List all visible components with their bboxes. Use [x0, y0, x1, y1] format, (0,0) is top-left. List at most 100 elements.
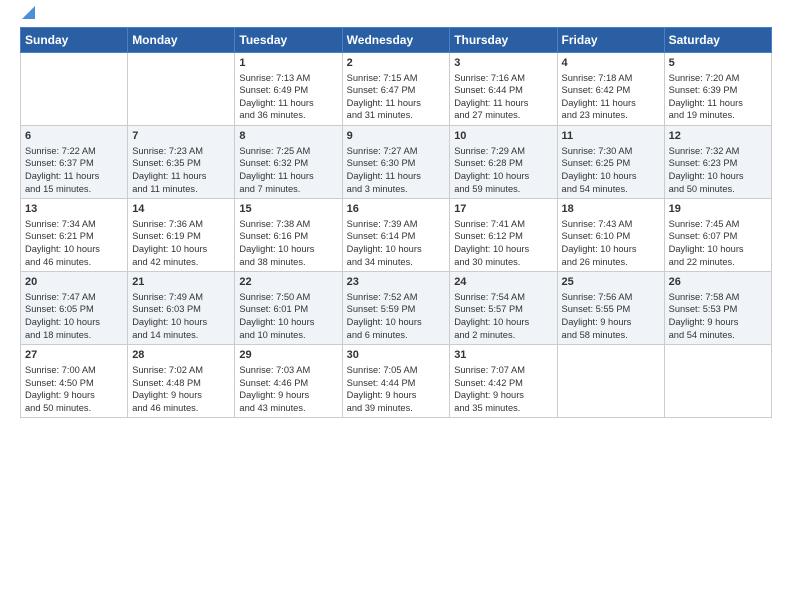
calendar-cell: 28Sunrise: 7:02 AM Sunset: 4:48 PM Dayli… [128, 345, 235, 418]
calendar-cell: 5Sunrise: 7:20 AM Sunset: 6:39 PM Daylig… [664, 53, 771, 126]
calendar-cell: 10Sunrise: 7:29 AM Sunset: 6:28 PM Dayli… [450, 126, 557, 199]
calendar-cell: 12Sunrise: 7:32 AM Sunset: 6:23 PM Dayli… [664, 126, 771, 199]
day-content: Sunrise: 7:25 AM Sunset: 6:32 PM Dayligh… [239, 145, 337, 195]
day-content: Sunrise: 7:54 AM Sunset: 5:57 PM Dayligh… [454, 291, 552, 341]
day-number: 22 [239, 275, 337, 290]
day-content: Sunrise: 7:49 AM Sunset: 6:03 PM Dayligh… [132, 291, 230, 341]
day-number: 16 [347, 202, 446, 217]
calendar-cell: 22Sunrise: 7:50 AM Sunset: 6:01 PM Dayli… [235, 272, 342, 345]
day-number: 13 [25, 202, 123, 217]
day-content: Sunrise: 7:13 AM Sunset: 6:49 PM Dayligh… [239, 72, 337, 122]
day-content: Sunrise: 7:05 AM Sunset: 4:44 PM Dayligh… [347, 364, 446, 414]
day-number: 23 [347, 275, 446, 290]
day-content: Sunrise: 7:39 AM Sunset: 6:14 PM Dayligh… [347, 218, 446, 268]
calendar-cell: 15Sunrise: 7:38 AM Sunset: 6:16 PM Dayli… [235, 199, 342, 272]
day-number: 12 [669, 129, 767, 144]
day-number: 31 [454, 348, 552, 363]
calendar-cell: 29Sunrise: 7:03 AM Sunset: 4:46 PM Dayli… [235, 345, 342, 418]
day-content: Sunrise: 7:43 AM Sunset: 6:10 PM Dayligh… [562, 218, 660, 268]
day-number: 5 [669, 56, 767, 71]
day-content: Sunrise: 7:07 AM Sunset: 4:42 PM Dayligh… [454, 364, 552, 414]
day-number: 11 [562, 129, 660, 144]
day-content: Sunrise: 7:03 AM Sunset: 4:46 PM Dayligh… [239, 364, 337, 414]
day-content: Sunrise: 7:23 AM Sunset: 6:35 PM Dayligh… [132, 145, 230, 195]
calendar-cell: 31Sunrise: 7:07 AM Sunset: 4:42 PM Dayli… [450, 345, 557, 418]
day-header-tuesday: Tuesday [235, 28, 342, 53]
day-content: Sunrise: 7:29 AM Sunset: 6:28 PM Dayligh… [454, 145, 552, 195]
calendar-cell [557, 345, 664, 418]
calendar-cell: 11Sunrise: 7:30 AM Sunset: 6:25 PM Dayli… [557, 126, 664, 199]
day-number: 26 [669, 275, 767, 290]
header [20, 16, 772, 19]
calendar-week-2: 6Sunrise: 7:22 AM Sunset: 6:37 PM Daylig… [21, 126, 772, 199]
logo [20, 16, 35, 19]
day-content: Sunrise: 7:41 AM Sunset: 6:12 PM Dayligh… [454, 218, 552, 268]
calendar-cell [128, 53, 235, 126]
calendar-cell: 18Sunrise: 7:43 AM Sunset: 6:10 PM Dayli… [557, 199, 664, 272]
day-number: 29 [239, 348, 337, 363]
day-header-sunday: Sunday [21, 28, 128, 53]
day-content: Sunrise: 7:45 AM Sunset: 6:07 PM Dayligh… [669, 218, 767, 268]
day-number: 24 [454, 275, 552, 290]
day-number: 2 [347, 56, 446, 71]
day-content: Sunrise: 7:47 AM Sunset: 6:05 PM Dayligh… [25, 291, 123, 341]
page: SundayMondayTuesdayWednesdayThursdayFrid… [0, 0, 792, 428]
day-number: 21 [132, 275, 230, 290]
calendar-cell: 3Sunrise: 7:16 AM Sunset: 6:44 PM Daylig… [450, 53, 557, 126]
day-content: Sunrise: 7:15 AM Sunset: 6:47 PM Dayligh… [347, 72, 446, 122]
calendar-cell: 14Sunrise: 7:36 AM Sunset: 6:19 PM Dayli… [128, 199, 235, 272]
calendar-cell: 26Sunrise: 7:58 AM Sunset: 5:53 PM Dayli… [664, 272, 771, 345]
day-number: 15 [239, 202, 337, 217]
day-number: 10 [454, 129, 552, 144]
day-content: Sunrise: 7:56 AM Sunset: 5:55 PM Dayligh… [562, 291, 660, 341]
day-content: Sunrise: 7:50 AM Sunset: 6:01 PM Dayligh… [239, 291, 337, 341]
day-number: 19 [669, 202, 767, 217]
day-content: Sunrise: 7:00 AM Sunset: 4:50 PM Dayligh… [25, 364, 123, 414]
calendar-week-4: 20Sunrise: 7:47 AM Sunset: 6:05 PM Dayli… [21, 272, 772, 345]
calendar-cell: 7Sunrise: 7:23 AM Sunset: 6:35 PM Daylig… [128, 126, 235, 199]
day-content: Sunrise: 7:58 AM Sunset: 5:53 PM Dayligh… [669, 291, 767, 341]
day-number: 7 [132, 129, 230, 144]
day-number: 3 [454, 56, 552, 71]
calendar-cell [664, 345, 771, 418]
calendar-cell: 21Sunrise: 7:49 AM Sunset: 6:03 PM Dayli… [128, 272, 235, 345]
calendar-cell: 30Sunrise: 7:05 AM Sunset: 4:44 PM Dayli… [342, 345, 450, 418]
day-content: Sunrise: 7:16 AM Sunset: 6:44 PM Dayligh… [454, 72, 552, 122]
calendar-cell: 1Sunrise: 7:13 AM Sunset: 6:49 PM Daylig… [235, 53, 342, 126]
day-header-saturday: Saturday [664, 28, 771, 53]
day-content: Sunrise: 7:22 AM Sunset: 6:37 PM Dayligh… [25, 145, 123, 195]
day-number: 8 [239, 129, 337, 144]
day-content: Sunrise: 7:30 AM Sunset: 6:25 PM Dayligh… [562, 145, 660, 195]
calendar-cell: 2Sunrise: 7:15 AM Sunset: 6:47 PM Daylig… [342, 53, 450, 126]
day-content: Sunrise: 7:27 AM Sunset: 6:30 PM Dayligh… [347, 145, 446, 195]
calendar-week-5: 27Sunrise: 7:00 AM Sunset: 4:50 PM Dayli… [21, 345, 772, 418]
day-header-monday: Monday [128, 28, 235, 53]
day-content: Sunrise: 7:52 AM Sunset: 5:59 PM Dayligh… [347, 291, 446, 341]
calendar-cell: 17Sunrise: 7:41 AM Sunset: 6:12 PM Dayli… [450, 199, 557, 272]
day-header-friday: Friday [557, 28, 664, 53]
day-content: Sunrise: 7:18 AM Sunset: 6:42 PM Dayligh… [562, 72, 660, 122]
calendar-cell: 27Sunrise: 7:00 AM Sunset: 4:50 PM Dayli… [21, 345, 128, 418]
day-header-thursday: Thursday [450, 28, 557, 53]
day-number: 25 [562, 275, 660, 290]
day-number: 30 [347, 348, 446, 363]
day-number: 14 [132, 202, 230, 217]
calendar-cell: 25Sunrise: 7:56 AM Sunset: 5:55 PM Dayli… [557, 272, 664, 345]
day-header-wednesday: Wednesday [342, 28, 450, 53]
calendar-cell: 20Sunrise: 7:47 AM Sunset: 6:05 PM Dayli… [21, 272, 128, 345]
day-number: 4 [562, 56, 660, 71]
calendar: SundayMondayTuesdayWednesdayThursdayFrid… [20, 27, 772, 418]
calendar-cell: 8Sunrise: 7:25 AM Sunset: 6:32 PM Daylig… [235, 126, 342, 199]
day-number: 6 [25, 129, 123, 144]
calendar-cell: 24Sunrise: 7:54 AM Sunset: 5:57 PM Dayli… [450, 272, 557, 345]
day-number: 18 [562, 202, 660, 217]
calendar-cell: 13Sunrise: 7:34 AM Sunset: 6:21 PM Dayli… [21, 199, 128, 272]
calendar-cell: 16Sunrise: 7:39 AM Sunset: 6:14 PM Dayli… [342, 199, 450, 272]
calendar-cell: 19Sunrise: 7:45 AM Sunset: 6:07 PM Dayli… [664, 199, 771, 272]
calendar-cell: 23Sunrise: 7:52 AM Sunset: 5:59 PM Dayli… [342, 272, 450, 345]
day-number: 28 [132, 348, 230, 363]
calendar-cell [21, 53, 128, 126]
day-number: 27 [25, 348, 123, 363]
calendar-cell: 6Sunrise: 7:22 AM Sunset: 6:37 PM Daylig… [21, 126, 128, 199]
day-content: Sunrise: 7:38 AM Sunset: 6:16 PM Dayligh… [239, 218, 337, 268]
